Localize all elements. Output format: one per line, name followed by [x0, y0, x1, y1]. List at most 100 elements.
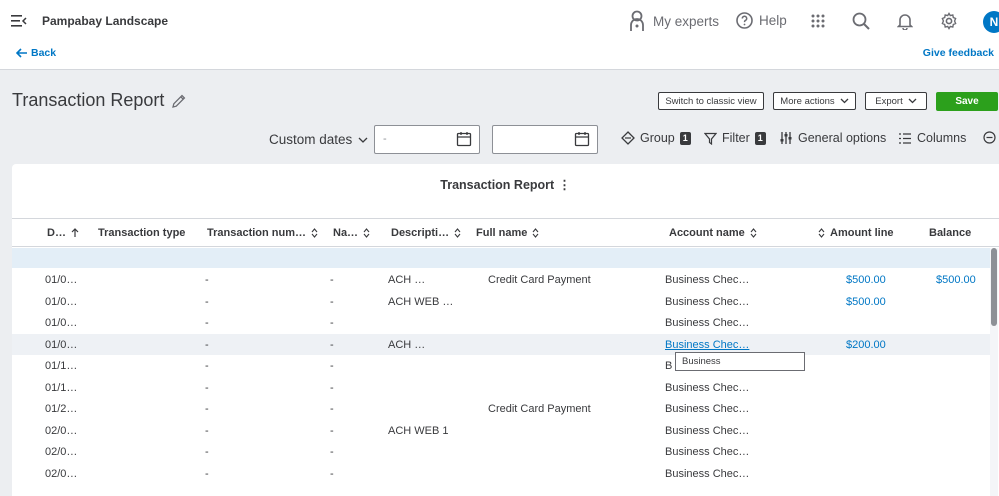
- col-transaction-type[interactable]: Transaction type: [98, 227, 185, 239]
- col-desc-label: Descripti…: [391, 227, 450, 239]
- notification-bell-icon[interactable]: [897, 12, 913, 30]
- cell-name: -: [330, 360, 334, 372]
- cell-account: Business Chec…: [665, 424, 750, 437]
- export-label: Export: [875, 95, 903, 107]
- kebab-menu-icon[interactable]: ⋮: [558, 178, 571, 192]
- give-feedback-link[interactable]: Give feedback: [923, 47, 994, 59]
- cell-num: -: [205, 295, 209, 308]
- calendar-icon[interactable]: [456, 131, 472, 147]
- more-actions-button[interactable]: More actions: [773, 92, 856, 110]
- col-transaction-num[interactable]: Transaction num…: [207, 227, 318, 239]
- col-amount-line[interactable]: Amount line: [818, 227, 894, 239]
- cell-name: -: [330, 338, 334, 351]
- table-row[interactable]: 01/1… - - Business Chec…: [12, 377, 992, 399]
- cell-amount[interactable]: $200.00: [846, 339, 886, 351]
- cell-name: -: [330, 381, 334, 394]
- more-actions-label: More actions: [780, 95, 835, 107]
- expert-person-icon: [630, 10, 644, 31]
- sort-icon: [750, 228, 757, 238]
- sort-icon: [363, 228, 370, 238]
- menu-collapse-icon[interactable]: [11, 14, 27, 28]
- back-label: Back: [31, 47, 57, 59]
- end-date-input[interactable]: [492, 125, 598, 154]
- col-full-name[interactable]: Full name: [476, 227, 539, 239]
- calendar-icon[interactable]: [574, 131, 590, 147]
- table-row[interactable]: 02/0… - - ACH WEB 1 Business Chec…: [12, 420, 992, 442]
- col-date-label: D…: [47, 227, 66, 239]
- cell-num: -: [205, 360, 209, 372]
- help-button[interactable]: Help: [736, 12, 787, 29]
- cell-name: -: [330, 446, 334, 458]
- arrow-left-icon: [16, 48, 27, 58]
- cell-name: -: [330, 424, 334, 437]
- cell-amount[interactable]: $500.00: [846, 274, 886, 286]
- group-label: Group: [640, 131, 675, 145]
- date-range-select[interactable]: Custom dates: [269, 132, 368, 147]
- cell-balance[interactable]: $500.00: [936, 274, 976, 286]
- general-options-button[interactable]: General options: [779, 131, 886, 145]
- table-row[interactable]: 01/0… - - ACH … Credit Card Payment Business …: [12, 269, 992, 291]
- cell-date: 02/0…: [45, 446, 78, 458]
- scroll-thumb[interactable]: [991, 248, 997, 326]
- vertical-scrollbar[interactable]: [990, 248, 998, 496]
- cell-name: -: [330, 467, 334, 480]
- col-balance[interactable]: Balance: [929, 227, 971, 239]
- sort-icon: [818, 228, 825, 238]
- my-experts-button[interactable]: My experts: [628, 10, 719, 32]
- cell-account: Business Chec…: [665, 403, 750, 415]
- table-row[interactable]: 01/1… - - B: [12, 355, 992, 377]
- cell-account: B: [665, 360, 673, 372]
- table-row[interactable]: 02/0… - - Business Chec…: [12, 441, 992, 463]
- cell-account[interactable]: Business Chec…: [665, 339, 749, 351]
- col-description[interactable]: Descripti…: [391, 227, 461, 239]
- col-amount-label: Amount line: [830, 227, 894, 239]
- chevron-down-icon: [358, 137, 368, 143]
- col-name[interactable]: Na…: [333, 227, 370, 239]
- filter-button[interactable]: Filter 1: [704, 131, 766, 145]
- cell-date: 02/0…: [45, 467, 78, 480]
- switch-classic-view-button[interactable]: Switch to classic view: [658, 92, 764, 110]
- back-link[interactable]: Back: [16, 47, 56, 59]
- cell-name: -: [330, 295, 334, 308]
- help-icon: [736, 12, 753, 29]
- cell-desc: ACH WEB …: [388, 295, 454, 308]
- cell-desc: ACH …: [388, 338, 426, 351]
- table-row[interactable]: 02/0… - - Business Chec…: [12, 463, 992, 485]
- col-type-label: Transaction type: [98, 227, 186, 239]
- edit-pencil-icon[interactable]: [171, 93, 187, 109]
- table-row[interactable]: 01/2… - - Credit Card Payment Business Chec…: [12, 398, 992, 420]
- start-date-input[interactable]: -: [374, 125, 480, 154]
- group-button[interactable]: Group 1: [621, 131, 691, 145]
- cell-date: 01/2…: [45, 403, 78, 415]
- col-account-name[interactable]: Account name: [669, 227, 757, 239]
- table-row[interactable]: 01/0… - - Business Chec…: [12, 312, 992, 334]
- settings-gear-icon[interactable]: [940, 12, 958, 30]
- date-range-label: Custom dates: [269, 132, 353, 147]
- sliders-icon: [780, 132, 792, 144]
- cell-num: -: [205, 424, 209, 437]
- table-row[interactable]: 01/0… - - ACH WEB … Business Chec… $500.00: [12, 291, 992, 313]
- user-avatar[interactable]: N: [983, 11, 999, 33]
- sort-icon: [454, 228, 461, 238]
- cell-amount[interactable]: $500.00: [846, 296, 886, 308]
- apps-grid-icon[interactable]: [811, 14, 825, 28]
- cell-date: 01/0…: [45, 317, 78, 329]
- group-header-row[interactable]: [12, 248, 992, 268]
- report-title: Transaction Report ⋮: [12, 177, 999, 192]
- sort-ascending-icon: [71, 228, 79, 237]
- col-date[interactable]: D…: [47, 227, 79, 239]
- cell-name: -: [330, 403, 334, 415]
- account-tooltip: Business: [675, 352, 805, 371]
- cell-date: 01/1…: [45, 360, 78, 372]
- search-icon[interactable]: [852, 12, 870, 30]
- cell-num: -: [205, 403, 209, 415]
- cell-name: -: [330, 317, 334, 329]
- collapse-options-icon[interactable]: [983, 131, 999, 144]
- table-row[interactable]: 01/0… - - ACH … Business Chec… $200.00: [12, 333, 992, 355]
- export-button[interactable]: Export: [865, 92, 927, 110]
- columns-button[interactable]: Columns: [898, 131, 966, 145]
- group-diamond-icon: [621, 131, 635, 145]
- save-button[interactable]: Save: [936, 92, 998, 111]
- cell-account: Business Chec…: [665, 317, 750, 329]
- chevron-down-icon: [908, 98, 917, 104]
